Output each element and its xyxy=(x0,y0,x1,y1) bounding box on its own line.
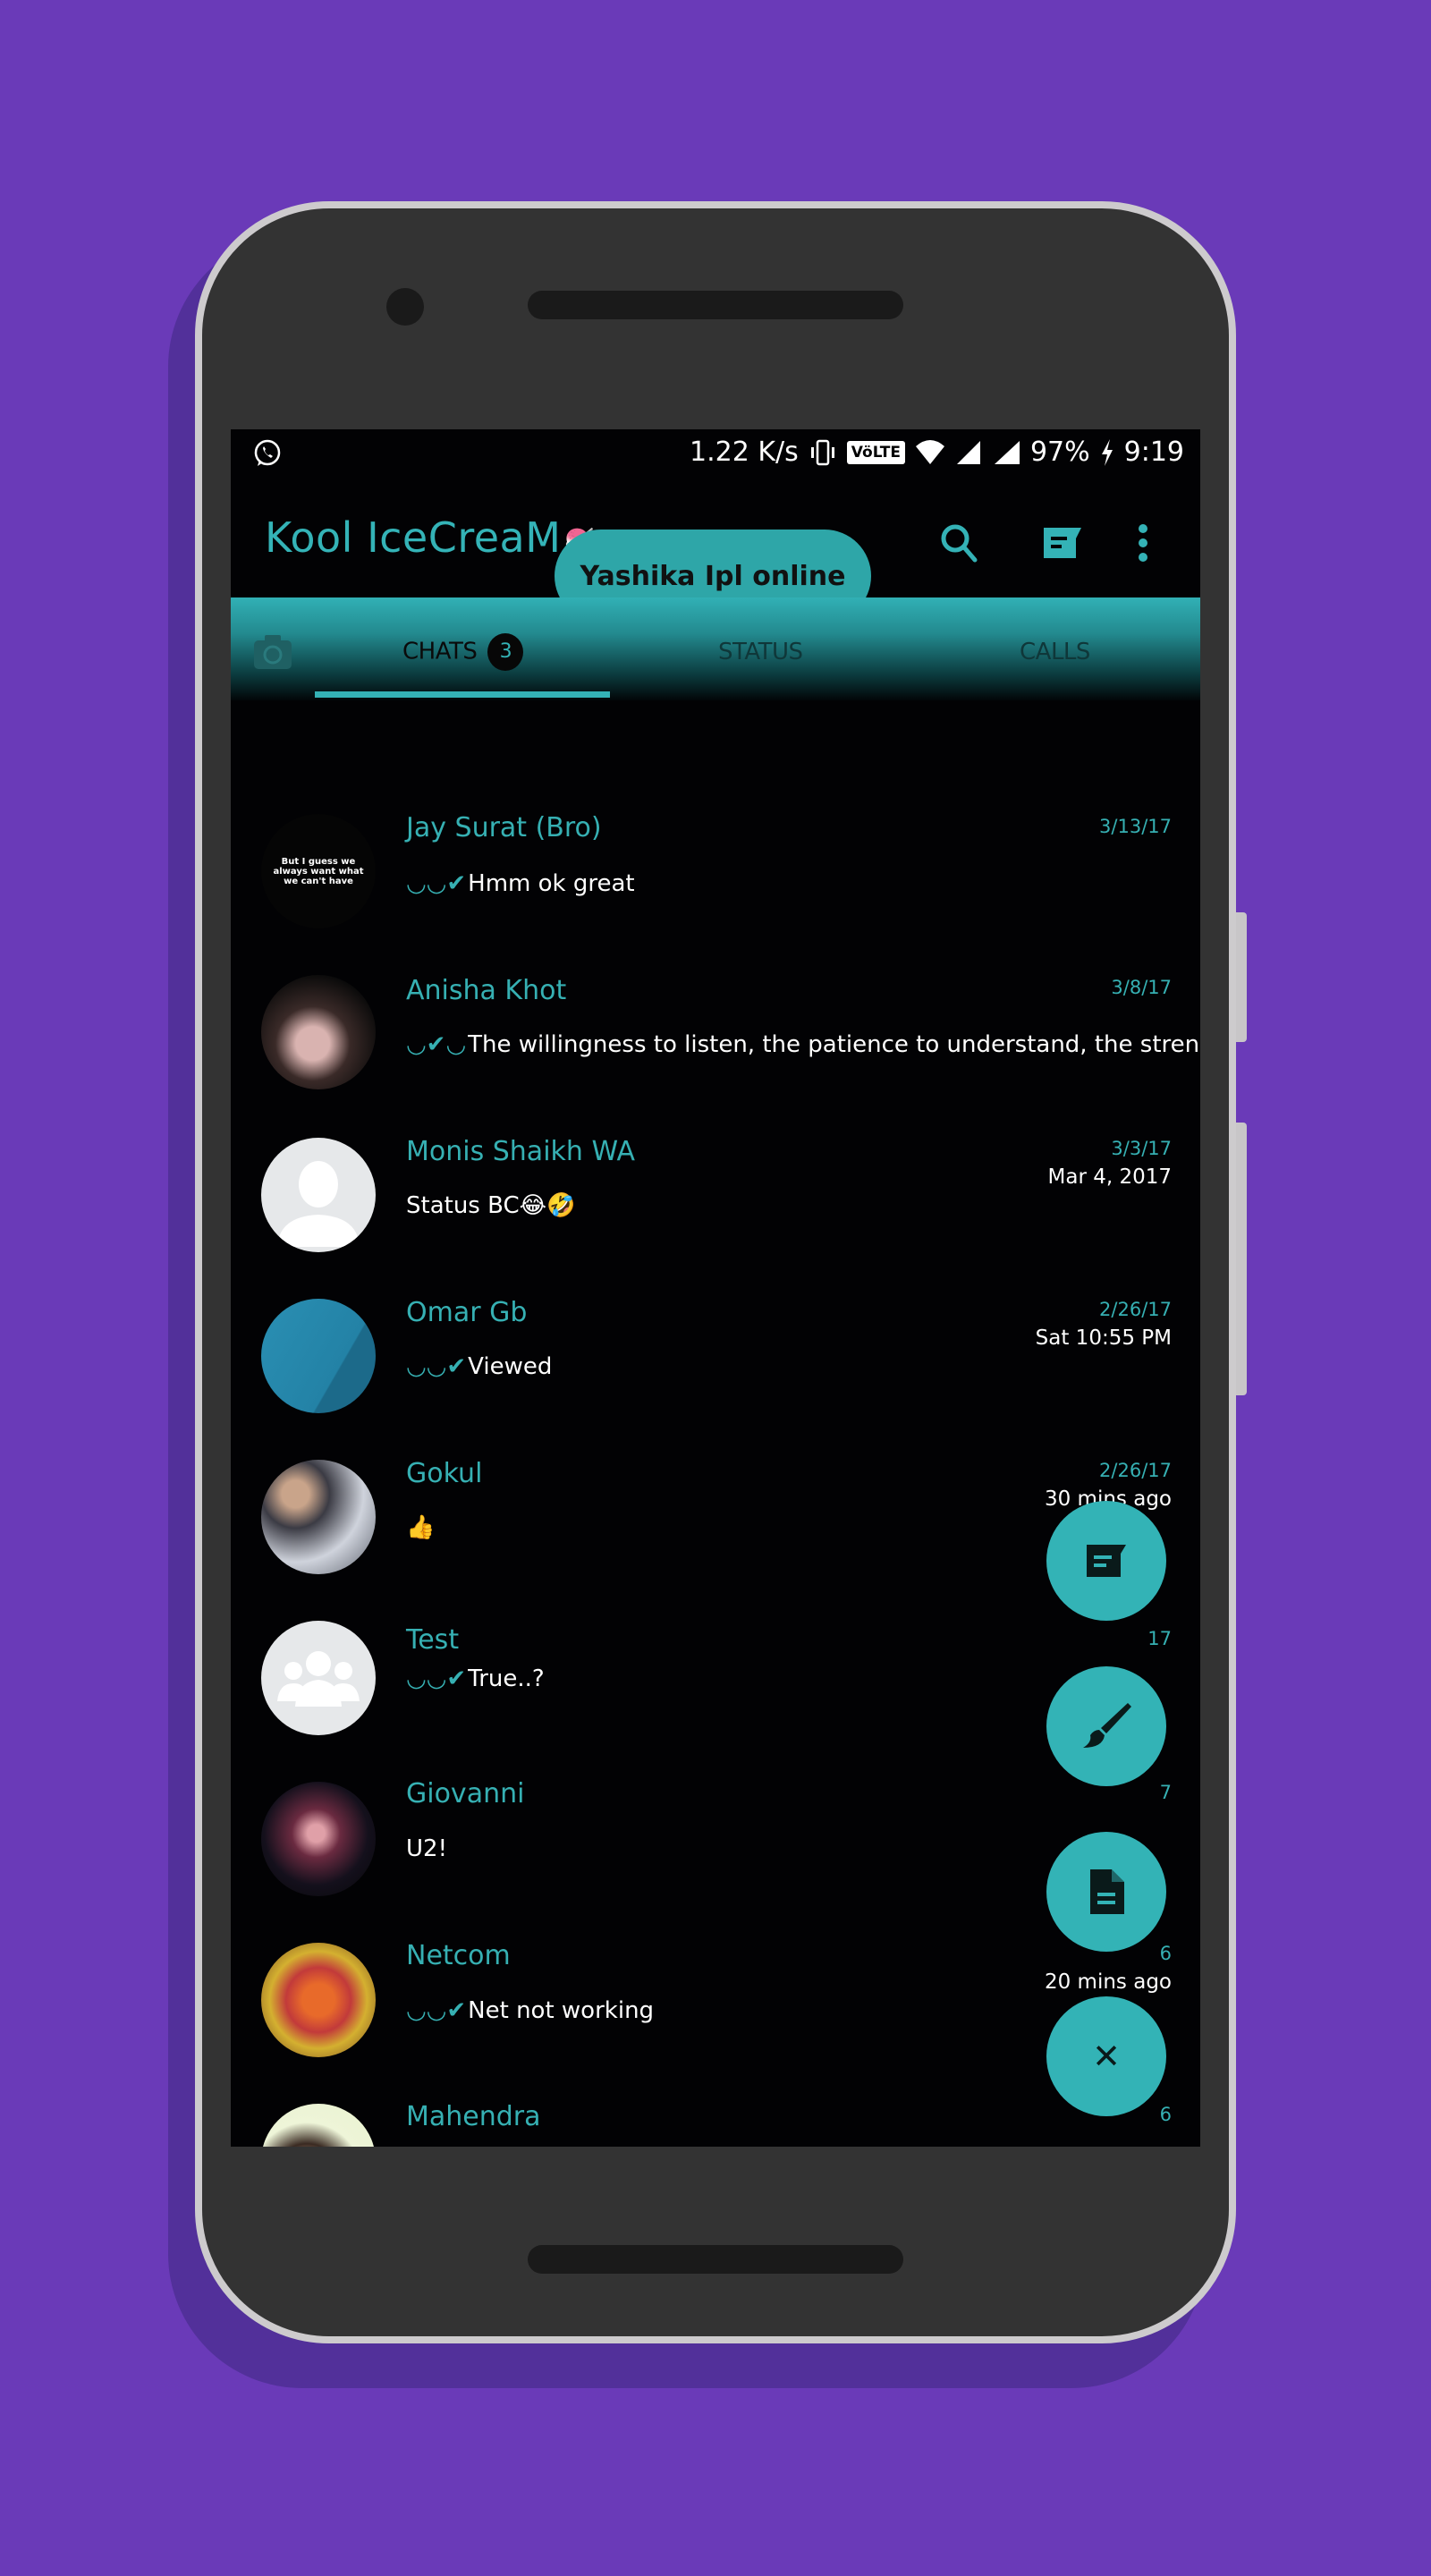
chat-name: Netcom xyxy=(406,1940,511,1971)
earpiece-speaker xyxy=(528,291,903,319)
chat-date: 3/3/17 xyxy=(1111,1138,1172,1159)
chat-name: Gokul xyxy=(406,1458,483,1489)
network-speed: 1.22 K/s xyxy=(690,436,799,468)
signal-icon-2 xyxy=(994,440,1020,464)
chat-name: Mahendra xyxy=(406,2101,541,2132)
chat-date: 17 xyxy=(1147,1628,1172,1649)
close-fab[interactable]: ✕ xyxy=(1046,1996,1166,2116)
tab-bar: CHATS 3 STATUS CALLS xyxy=(231,597,1200,700)
front-camera xyxy=(386,288,424,326)
status-bar: 1.22 K/s VöLTE 97% 9:19 xyxy=(231,429,1200,479)
chat-name: Jay Surat (Bro) xyxy=(406,812,602,843)
search-icon[interactable] xyxy=(937,521,982,565)
status-right: 1.22 K/s VöLTE 97% 9:19 xyxy=(690,436,1184,468)
avatar[interactable] xyxy=(261,2104,376,2147)
chat-date: 7 xyxy=(1159,1782,1172,1803)
chat-row[interactable]: Monis Shaikh WA Status BC😂🤣 3/3/17 Mar 4… xyxy=(231,1029,1200,1252)
tab-chats[interactable]: CHATS 3 xyxy=(402,633,524,671)
chat-row[interactable]: Gokul 👍 2/26/17 30 mins ago xyxy=(231,1351,1200,1574)
chat-date: 6 xyxy=(1159,1943,1172,1964)
app-title: Kool IceCreaM🍧 xyxy=(265,513,595,562)
clock: 9:19 xyxy=(1123,436,1184,468)
tab-calls[interactable]: CALLS xyxy=(1020,639,1090,665)
chat-row[interactable]: Omar Gb ◡◡✔Viewed 2/26/17 Sat 10:55 PM xyxy=(231,1190,1200,1413)
close-icon: ✕ xyxy=(1092,2037,1121,2076)
new-chat-icon[interactable] xyxy=(1040,521,1085,565)
document-fab[interactable] xyxy=(1046,1832,1166,1952)
brush-icon xyxy=(1083,1703,1131,1748)
tab-indicator xyxy=(315,691,610,698)
document-icon xyxy=(1090,1869,1124,1914)
chat-row[interactable]: Anisha Khot ◡✔◡The willingness to listen… xyxy=(231,868,1200,1089)
chat-time: Mar 4, 2017 xyxy=(1047,1165,1173,1189)
vibrate-icon xyxy=(810,439,834,465)
chat-time: 20 mins ago xyxy=(1044,1970,1172,1994)
unread-badge: 3 xyxy=(487,633,524,671)
chat-date: 3/8/17 xyxy=(1111,977,1172,998)
wifi-icon xyxy=(915,439,944,464)
chat-name: Omar Gb xyxy=(406,1297,528,1328)
camera-icon[interactable] xyxy=(252,633,293,671)
chat-name: Anisha Khot xyxy=(406,975,567,1006)
app-bar: Kool IceCreaM🍧 Yashika Ipl online xyxy=(231,479,1200,623)
phone-screen: 1.22 K/s VöLTE 97% 9:19 Kool IceCreaM🍧 Y… xyxy=(231,429,1200,2147)
chat-date: 3/13/17 xyxy=(1099,816,1172,837)
signal-icon xyxy=(956,440,980,464)
new-message-fab[interactable] xyxy=(1046,1501,1166,1621)
chat-date: 6 xyxy=(1159,2104,1172,2125)
chat-name: Test xyxy=(406,1624,460,1656)
chat-name: Monis Shaikh WA xyxy=(406,1136,635,1167)
whatsapp-icon xyxy=(254,439,281,466)
power-button xyxy=(1236,912,1247,1042)
chat-name: Giovanni xyxy=(406,1778,525,1809)
chat-row[interactable]: But I guess we always want what we can't… xyxy=(231,707,1200,928)
battery-percent: 97% xyxy=(1029,436,1090,468)
volume-button xyxy=(1236,1123,1247,1395)
more-vert-icon[interactable] xyxy=(1130,521,1156,565)
message-icon xyxy=(1087,1545,1126,1577)
chat-date: 2/26/17 xyxy=(1099,1299,1172,1320)
chat-date: 2/26/17 xyxy=(1099,1460,1172,1481)
chat-time: Sat 10:55 PM xyxy=(1035,1326,1172,1350)
theme-brush-fab[interactable] xyxy=(1046,1666,1166,1786)
charging-icon xyxy=(1101,438,1113,466)
volte-badge: VöLTE xyxy=(846,440,905,464)
tab-status[interactable]: STATUS xyxy=(718,639,803,665)
bottom-speaker xyxy=(528,2245,903,2274)
